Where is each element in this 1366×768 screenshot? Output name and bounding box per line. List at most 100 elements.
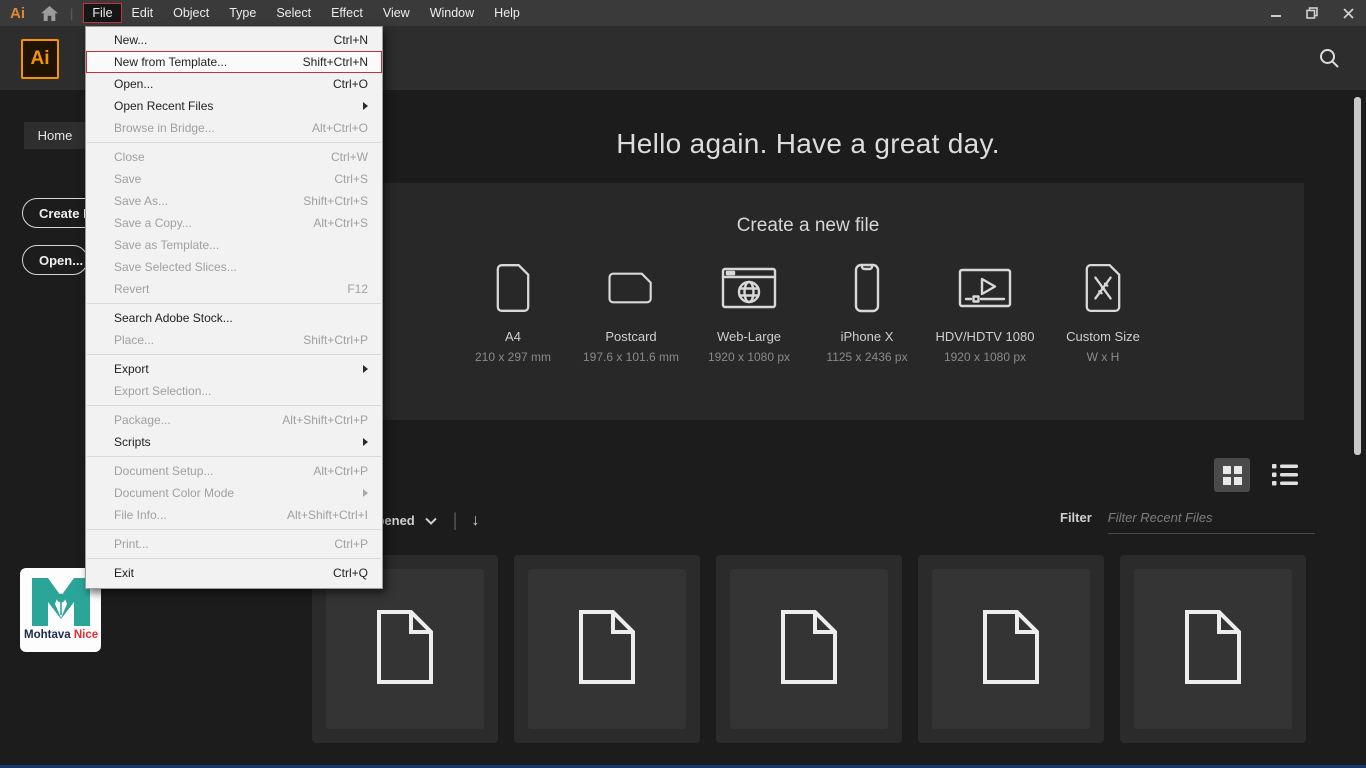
template-name: iPhone X	[840, 329, 894, 344]
submenu-arrow-icon	[363, 489, 368, 497]
sidebar-item-home[interactable]: Home	[24, 122, 86, 149]
submenu-arrow-icon	[363, 438, 368, 446]
close-icon[interactable]	[1338, 4, 1358, 22]
menu-shortcut: Shift+Ctrl+S	[303, 194, 368, 208]
file-menu-item-save-as-template[interactable]: Save as Template...	[86, 234, 382, 256]
file-menu-item-scripts[interactable]: Scripts	[86, 431, 382, 453]
video-player-icon	[934, 259, 1036, 317]
menubar-item-type[interactable]: Type	[219, 3, 266, 23]
filter-label: Filter	[1060, 510, 1092, 525]
menu-shortcut: Ctrl+Q	[332, 566, 368, 580]
minimize-button[interactable]	[1266, 4, 1286, 22]
watermark-text: Mohtava Nice	[24, 629, 99, 641]
file-menu-item-revert[interactable]: Revert F12	[86, 278, 382, 300]
template-size: 210 x 297 mm	[474, 350, 552, 364]
recent-file-card[interactable]	[514, 555, 700, 743]
file-thumbnail	[528, 569, 686, 729]
menubar-item-effect[interactable]: Effect	[321, 3, 373, 23]
file-menu-item-export-selection[interactable]: Export Selection...	[86, 380, 382, 402]
file-menu-item-save-a-copy[interactable]: Save a Copy... Alt+Ctrl+S	[86, 212, 382, 234]
file-menu-item-search-adobe-stock[interactable]: Search Adobe Stock...	[86, 307, 382, 329]
open-button[interactable]: Open...	[22, 245, 88, 275]
grid-view-icon	[1222, 465, 1242, 485]
menu-shortcut: Shift+Ctrl+N	[302, 55, 368, 69]
file-menu-item-package[interactable]: Package... Alt+Shift+Ctrl+P	[86, 409, 382, 431]
template-size: 1920 x 1080 px	[707, 350, 791, 364]
template-card-web-large[interactable]: Web-Large 1920 x 1080 px	[698, 259, 800, 364]
document-icon	[1181, 609, 1245, 690]
home-icon[interactable]	[41, 5, 58, 21]
menu-separator	[87, 558, 381, 559]
template-name: Custom Size	[1066, 329, 1140, 344]
template-name: Postcard	[605, 329, 657, 344]
file-menu-item-close[interactable]: Close Ctrl+W	[86, 146, 382, 168]
menu-separator	[87, 303, 381, 304]
menubar-item-select[interactable]: Select	[266, 3, 321, 23]
file-menu-item-browse-in-bridge[interactable]: Browse in Bridge... Alt+Ctrl+O	[86, 117, 382, 139]
menubar-item-help[interactable]: Help	[484, 3, 530, 23]
scrollbar-thumb[interactable]	[1354, 97, 1361, 455]
menubar-item-file[interactable]: File	[83, 3, 122, 23]
menu-separator	[87, 142, 381, 143]
recent-file-card[interactable]	[716, 555, 902, 743]
filter-bar: Filter	[1060, 508, 1315, 534]
document-icon	[777, 609, 841, 690]
greeting-heading: Hello again. Have a great day.	[616, 128, 1000, 159]
menu-shortcut: Ctrl+N	[333, 33, 368, 47]
file-menu-item-place[interactable]: Place... Shift+Ctrl+P	[86, 329, 382, 351]
template-name: HDV/HDTV 1080	[935, 329, 1035, 344]
search-icon[interactable]	[1318, 47, 1340, 69]
document-icon	[575, 609, 639, 690]
file-menu-item-export[interactable]: Export	[86, 358, 382, 380]
menu-shortcut: Ctrl+W	[331, 150, 368, 164]
menu-shortcut: Alt+Shift+Ctrl+I	[286, 508, 368, 522]
file-menu-item-exit[interactable]: Exit Ctrl+Q	[86, 562, 382, 584]
template-card-postcard[interactable]: Postcard 197.6 x 101.6 mm	[580, 259, 682, 364]
menu-shortcut: Ctrl+S	[334, 172, 368, 186]
file-menu-item-save-as[interactable]: Save As... Shift+Ctrl+S	[86, 190, 382, 212]
recent-file-card[interactable]	[918, 555, 1104, 743]
document-icon	[979, 609, 1043, 690]
browser-globe-icon	[698, 259, 800, 317]
panel-title: Create a new file	[736, 215, 880, 236]
menu-separator	[87, 456, 381, 457]
file-menu-item-save-selected-slices[interactable]: Save Selected Slices...	[86, 256, 382, 278]
file-menu-item-file-info[interactable]: File Info... Alt+Shift+Ctrl+I	[86, 504, 382, 526]
file-thumbnail	[730, 569, 888, 729]
file-menu-item-print[interactable]: Print... Ctrl+P	[86, 533, 382, 555]
template-card-a4[interactable]: A4 210 x 297 mm	[462, 259, 564, 364]
template-name: A4	[505, 329, 521, 344]
restore-button[interactable]	[1302, 4, 1322, 22]
grid-view-button[interactable]	[1214, 458, 1250, 492]
adobe-ai-logo: Ai	[10, 4, 25, 22]
menubar-item-window[interactable]: Window	[420, 3, 484, 23]
file-menu-item-document-setup[interactable]: Document Setup... Alt+Ctrl+P	[86, 460, 382, 482]
submenu-arrow-icon	[363, 365, 368, 373]
file-thumbnail	[932, 569, 1090, 729]
phone-icon	[816, 259, 918, 317]
menubar-item-view[interactable]: View	[373, 3, 420, 23]
postcard-icon	[580, 259, 682, 317]
file-dropdown-menu: New... Ctrl+N New from Template... Shift+Ct…	[85, 26, 383, 589]
file-menu-item-open-recent-files[interactable]: Open Recent Files	[86, 95, 382, 117]
menubar-item-object[interactable]: Object	[163, 3, 219, 23]
portrait-document-icon	[462, 259, 564, 317]
window-controls	[1266, 0, 1358, 26]
recent-files-grid	[312, 555, 1306, 743]
template-card-iphone-x[interactable]: iPhone X 1125 x 2436 px	[816, 259, 918, 364]
file-menu-item-save[interactable]: Save Ctrl+S	[86, 168, 382, 190]
file-menu-item-new[interactable]: New... Ctrl+N	[86, 29, 382, 51]
file-menu-item-new-from-template[interactable]: New from Template... Shift+Ctrl+N	[86, 51, 382, 73]
menu-shortcut: Ctrl+P	[334, 537, 368, 551]
filter-recent-files-input[interactable]	[1107, 508, 1315, 534]
menubar-item-edit[interactable]: Edit	[122, 3, 164, 23]
recent-file-card[interactable]	[1120, 555, 1306, 743]
sort-direction-icon[interactable]: ↓	[471, 512, 479, 530]
template-card-custom-size[interactable]: Custom Size W x H	[1052, 259, 1154, 364]
file-menu-item-document-color-mode[interactable]: Document Color Mode	[86, 482, 382, 504]
template-card-hdv-hdtv-1080[interactable]: HDV/HDTV 1080 1920 x 1080 px	[934, 259, 1036, 364]
menu-shortcut: Alt+Shift+Ctrl+P	[282, 413, 368, 427]
list-view-button[interactable]	[1272, 464, 1298, 486]
file-menu-item-open[interactable]: Open... Ctrl+O	[86, 73, 382, 95]
chevron-down-icon[interactable]	[425, 517, 437, 525]
